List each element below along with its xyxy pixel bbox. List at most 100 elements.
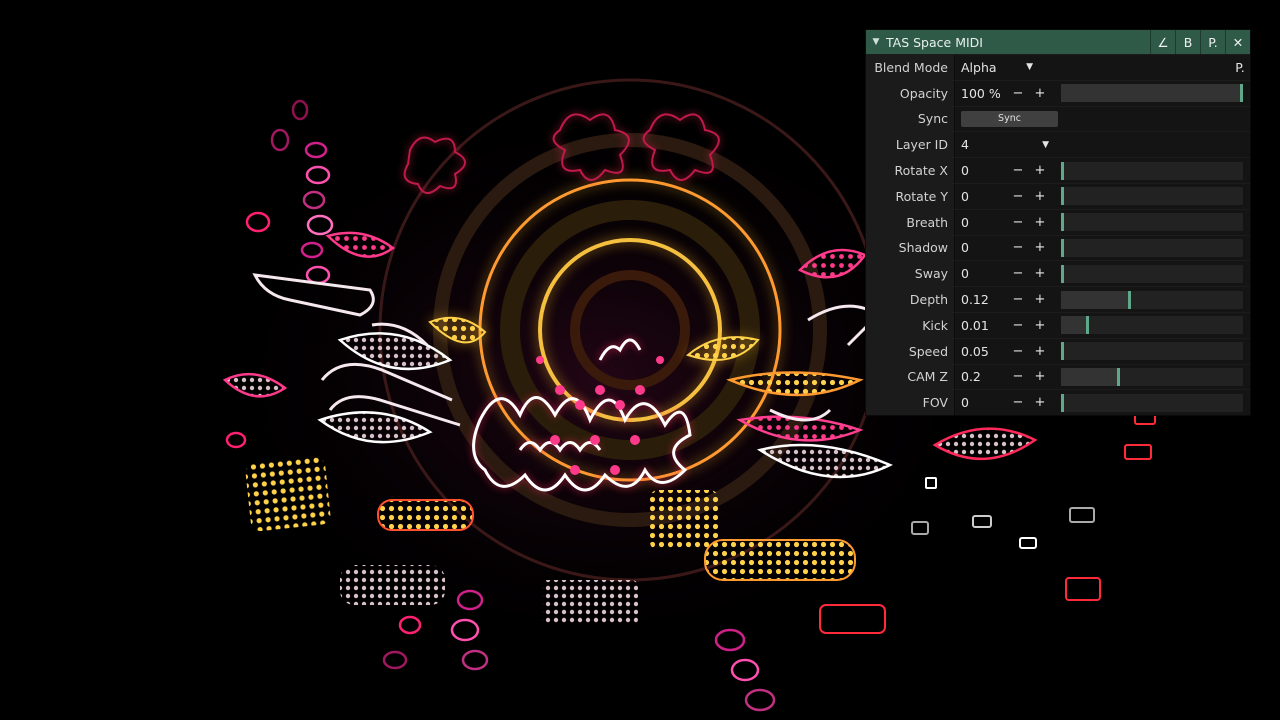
row-kick: Kick 0.01− + [866,311,1250,338]
rotate-y-slider[interactable] [1061,187,1243,206]
row-opacity: Opacity 100 % − + [866,79,1250,106]
cam-z-value[interactable]: 0.2 [955,369,1007,384]
rotate-x-decrement-button[interactable]: − [1007,163,1029,178]
depth-increment-button[interactable]: + [1029,292,1051,307]
preset-button[interactable]: P. [1200,30,1225,54]
close-button[interactable]: ✕ [1225,30,1250,54]
slider-handle[interactable] [1061,264,1064,283]
angle-button[interactable]: ∠ [1150,30,1175,54]
opacity-value[interactable]: 100 % [955,86,1007,101]
shadow-slider[interactable] [1061,238,1243,257]
slider-handle[interactable] [1061,342,1064,361]
kick-slider[interactable] [1061,316,1243,335]
row-sync: Sync Sync [866,105,1250,132]
cam-z-increment-button[interactable]: + [1029,369,1051,384]
row-cam-z: CAM Z 0.2− + [866,363,1250,390]
layer-id-dropdown[interactable]: 4 ▼ [955,137,1055,152]
slider-handle[interactable] [1061,161,1064,180]
cam-z-decrement-button[interactable]: − [1007,369,1029,384]
rotate-y-increment-button[interactable]: + [1029,189,1051,204]
row-blend-mode: Blend Mode Alpha ▼ P. [866,54,1250,80]
sway-increment-button[interactable]: + [1029,266,1051,281]
label-layer-id: Layer ID [866,132,955,158]
slider-fill [1061,367,1117,386]
row-layer-id: Layer ID 4 ▼ [866,131,1250,158]
kick-increment-button[interactable]: + [1029,318,1051,333]
speed-increment-button[interactable]: + [1029,344,1051,359]
blend-mode-dropdown[interactable]: Alpha ▼ [955,60,1039,75]
kick-value[interactable]: 0.01 [955,318,1007,333]
layer-id-value: 4 [961,137,969,153]
slider-fill [1061,316,1086,335]
row-fov: FOV 0− + [866,389,1250,416]
row-sway: Sway 0− + [866,260,1250,287]
sway-value[interactable]: 0 [955,266,1007,281]
breath-decrement-button[interactable]: − [1007,215,1029,230]
label-opacity: Opacity [866,80,955,106]
slider-handle[interactable] [1117,367,1120,386]
rotate-x-value[interactable]: 0 [955,163,1007,178]
rotate-y-value[interactable]: 0 [955,189,1007,204]
rotate-y-decrement-button[interactable]: − [1007,189,1029,204]
breath-slider[interactable] [1061,213,1243,232]
rotate-x-slider[interactable] [1061,161,1243,180]
opacity-increment-button[interactable]: + [1029,86,1051,101]
label-breath: Breath [866,209,955,235]
row-rotate-y: Rotate Y 0− + [866,182,1250,209]
fov-increment-button[interactable]: + [1029,395,1051,410]
label-kick: Kick [866,312,955,338]
speed-value[interactable]: 0.05 [955,344,1007,359]
cam-z-slider[interactable] [1061,367,1243,386]
kick-decrement-button[interactable]: − [1007,318,1029,333]
depth-slider[interactable] [1061,290,1243,309]
speed-decrement-button[interactable]: − [1007,344,1029,359]
slider-handle[interactable] [1061,213,1064,232]
fov-decrement-button[interactable]: − [1007,395,1029,410]
rotate-x-increment-button[interactable]: + [1029,163,1051,178]
blend-mode-value: Alpha [961,59,997,75]
row-speed: Speed 0.05− + [866,337,1250,364]
slider-fill [1061,290,1128,309]
shadow-decrement-button[interactable]: − [1007,240,1029,255]
label-rotate-y: Rotate Y [866,183,955,209]
param-rows: Rotate X 0− + Rotate Y 0− + Breath 0− + Shadow 0− +… [866,157,1250,416]
label-depth: Depth [866,287,955,312]
panel-titlebar[interactable]: ▼ TAS Space MIDI ∠ B P. ✕ [866,30,1250,54]
breath-value[interactable]: 0 [955,215,1007,230]
blend-mode-p-button[interactable]: P. [1230,60,1250,75]
label-cam-z: CAM Z [866,364,955,390]
row-breath: Breath 0− + [866,208,1250,235]
triangle-down-icon[interactable]: ▼ [866,37,886,47]
slider-handle[interactable] [1128,290,1131,309]
slider-handle[interactable] [1061,187,1064,206]
depth-decrement-button[interactable]: − [1007,292,1029,307]
sway-slider[interactable] [1061,264,1243,283]
shadow-value[interactable]: 0 [955,240,1007,255]
shadow-increment-button[interactable]: + [1029,240,1051,255]
depth-value[interactable]: 0.12 [955,292,1007,307]
slider-handle[interactable] [1061,393,1064,412]
panel-title: TAS Space MIDI [886,34,983,50]
opacity-slider[interactable] [1061,84,1243,103]
breath-increment-button[interactable]: + [1029,215,1051,230]
slider-handle[interactable] [1240,84,1243,103]
sync-button[interactable]: Sync [961,110,1058,127]
speed-slider[interactable] [1061,342,1243,361]
fov-slider[interactable] [1061,393,1243,412]
opacity-decrement-button[interactable]: − [1007,86,1029,101]
label-speed: Speed [866,338,955,364]
label-shadow: Shadow [866,235,955,261]
label-fov: FOV [866,390,955,416]
chevron-down-icon: ▼ [1042,139,1049,150]
bypass-button[interactable]: B [1175,30,1200,54]
label-sync: Sync [866,106,955,132]
slider-handle[interactable] [1061,238,1064,257]
sway-decrement-button[interactable]: − [1007,266,1029,281]
row-shadow: Shadow 0− + [866,234,1250,261]
chevron-down-icon: ▼ [1026,62,1033,73]
row-depth: Depth 0.12− + [866,286,1250,312]
slider-handle[interactable] [1086,316,1089,335]
row-rotate-x: Rotate X 0− + [866,157,1250,183]
label-rotate-x: Rotate X [866,158,955,183]
fov-value[interactable]: 0 [955,395,1007,410]
